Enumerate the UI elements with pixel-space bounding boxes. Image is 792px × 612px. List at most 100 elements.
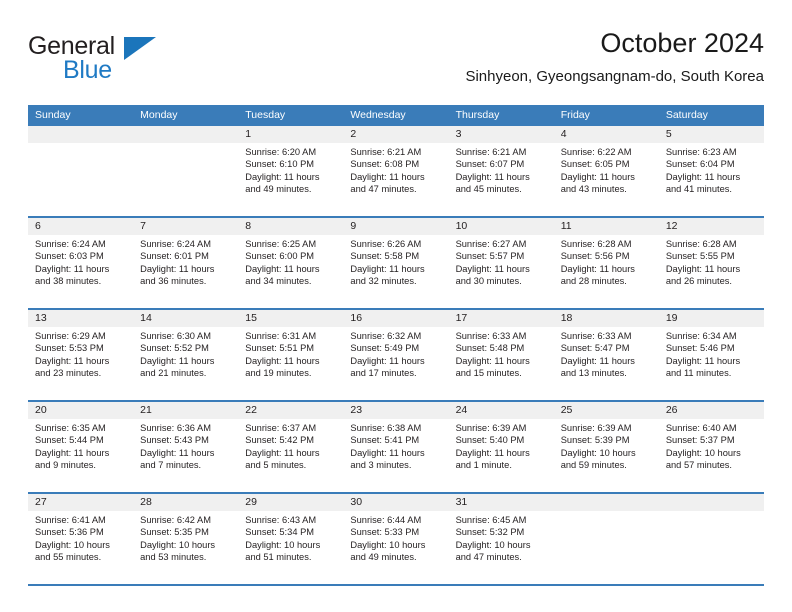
daylight-duration-line1: Daylight: 11 hours bbox=[140, 263, 215, 274]
sunrise-time: Sunrise: 6:22 AM bbox=[560, 147, 632, 157]
sunset-time: Sunset: 5:56 PM bbox=[560, 251, 630, 262]
day-details: Sunrise: 6:24 AM Sunset: 6:01 PM Daylight:… bbox=[133, 235, 238, 288]
sunset-time: Sunset: 6:08 PM bbox=[350, 159, 420, 170]
day-details: Sunrise: 6:21 AM Sunset: 6:07 PM Daylight:… bbox=[449, 143, 554, 196]
sunrise-time: Sunrise: 6:28 AM bbox=[560, 239, 632, 249]
daylight-duration-line2: and 7 minutes. bbox=[140, 460, 202, 471]
sunrise-time: Sunrise: 6:41 AM bbox=[35, 515, 106, 525]
day-number: 18 bbox=[553, 310, 659, 327]
daylight-duration-line1: Daylight: 11 hours bbox=[245, 171, 320, 182]
calendar-day-cell[interactable]: 23 Sunrise: 6:38 AM Sunset: 5:41 PM Dayligh… bbox=[343, 402, 449, 492]
calendar-day-cell[interactable]: 12 Sunrise: 6:28 AM Sunset: 5:55 PM Dayligh… bbox=[658, 218, 764, 308]
day-details: Sunrise: 6:29 AM Sunset: 5:53 PM Daylight:… bbox=[28, 327, 133, 380]
day-number: 26 bbox=[658, 402, 764, 419]
calendar-day-cell[interactable]: 10 Sunrise: 6:27 AM Sunset: 5:57 PM Dayligh… bbox=[448, 218, 554, 308]
location-subtitle: Sinhyeon, Gyeongsangnam-do, South Korea bbox=[465, 68, 764, 85]
calendar-day-cell[interactable]: 3 Sunrise: 6:21 AM Sunset: 6:07 PM Daylight… bbox=[448, 126, 554, 216]
sunset-time: Sunset: 5:52 PM bbox=[140, 343, 209, 354]
calendar-day-cell[interactable]: 28 Sunrise: 6:42 AM Sunset: 5:35 PM Dayligh… bbox=[133, 494, 239, 584]
sunrise-time: Sunrise: 6:31 AM bbox=[245, 331, 317, 341]
daylight-duration-line1: Daylight: 11 hours bbox=[245, 447, 320, 458]
calendar-day-cell[interactable]: 18 Sunrise: 6:33 AM Sunset: 5:47 PM Dayligh… bbox=[553, 310, 659, 400]
day-details: Sunrise: 6:39 AM Sunset: 5:40 PM Daylight:… bbox=[449, 419, 554, 472]
daylight-duration-line1: Daylight: 11 hours bbox=[245, 263, 320, 274]
day-details: Sunrise: 6:22 AM Sunset: 6:05 PM Daylight:… bbox=[554, 143, 659, 196]
calendar-day-cell[interactable]: 2 Sunrise: 6:21 AM Sunset: 6:08 PM Daylight… bbox=[343, 126, 449, 216]
calendar-day-cell[interactable]: 1 Sunrise: 6:20 AM Sunset: 6:10 PM Daylight… bbox=[238, 126, 344, 216]
day-details: Sunrise: 6:43 AM Sunset: 5:34 PM Daylight:… bbox=[238, 511, 343, 564]
daylight-duration-line2: and 57 minutes. bbox=[665, 460, 732, 471]
logo-text-blue: Blue bbox=[63, 56, 112, 84]
calendar-day-cell[interactable]: 9 Sunrise: 6:26 AM Sunset: 5:58 PM Daylight… bbox=[343, 218, 449, 308]
calendar-day-cell[interactable]: 20 Sunrise: 6:35 AM Sunset: 5:44 PM Dayligh… bbox=[28, 402, 134, 492]
sunrise-time: Sunrise: 6:20 AM bbox=[245, 147, 317, 157]
weekday-header-monday: Monday bbox=[140, 109, 178, 121]
sunrise-time: Sunrise: 6:23 AM bbox=[665, 147, 737, 157]
calendar-day-cell[interactable]: 4 Sunrise: 6:22 AM Sunset: 6:05 PM Daylight… bbox=[553, 126, 659, 216]
daylight-duration-line1: Daylight: 11 hours bbox=[350, 355, 425, 366]
calendar-day-cell[interactable]: 22 Sunrise: 6:37 AM Sunset: 5:42 PM Dayligh… bbox=[238, 402, 344, 492]
calendar-day-cell[interactable]: 17 Sunrise: 6:33 AM Sunset: 5:48 PM Dayligh… bbox=[448, 310, 554, 400]
sunset-time: Sunset: 6:01 PM bbox=[140, 251, 209, 262]
calendar-day-cell-empty bbox=[553, 494, 659, 584]
title-block: October 2024 Sinhyeon, Gyeongsangnam-do,… bbox=[465, 26, 764, 88]
calendar-day-cell[interactable]: 21 Sunrise: 6:36 AM Sunset: 5:43 PM Dayligh… bbox=[133, 402, 239, 492]
sunrise-time: Sunrise: 6:43 AM bbox=[245, 515, 317, 525]
day-details: Sunrise: 6:30 AM Sunset: 5:52 PM Daylight:… bbox=[133, 327, 238, 380]
calendar-day-cell[interactable]: 5 Sunrise: 6:23 AM Sunset: 6:04 PM Daylight… bbox=[658, 126, 764, 216]
sunrise-time: Sunrise: 6:40 AM bbox=[665, 423, 737, 433]
calendar-day-cell[interactable]: 14 Sunrise: 6:30 AM Sunset: 5:52 PM Dayligh… bbox=[133, 310, 239, 400]
sunset-time: Sunset: 6:04 PM bbox=[665, 159, 735, 170]
calendar-day-cell[interactable]: 13 Sunrise: 6:29 AM Sunset: 5:53 PM Dayligh… bbox=[28, 310, 134, 400]
calendar-day-cell[interactable]: 11 Sunrise: 6:28 AM Sunset: 5:56 PM Dayligh… bbox=[553, 218, 659, 308]
calendar-day-cell[interactable]: 31 Sunrise: 6:45 AM Sunset: 5:32 PM Dayligh… bbox=[448, 494, 554, 584]
calendar-day-cell[interactable]: 7 Sunrise: 6:24 AM Sunset: 6:01 PM Daylight… bbox=[133, 218, 239, 308]
daylight-duration-line2: and 34 minutes. bbox=[245, 276, 312, 287]
calendar-day-cell[interactable]: 25 Sunrise: 6:39 AM Sunset: 5:39 PM Dayligh… bbox=[553, 402, 659, 492]
calendar-day-cell[interactable]: 29 Sunrise: 6:43 AM Sunset: 5:34 PM Dayligh… bbox=[238, 494, 344, 584]
calendar-day-cell[interactable]: 16 Sunrise: 6:32 AM Sunset: 5:49 PM Dayligh… bbox=[343, 310, 449, 400]
calendar-day-cell[interactable]: 24 Sunrise: 6:39 AM Sunset: 5:40 PM Dayligh… bbox=[448, 402, 554, 492]
sunrise-time: Sunrise: 6:28 AM bbox=[665, 239, 737, 249]
calendar-day-cell[interactable]: 26 Sunrise: 6:40 AM Sunset: 5:37 PM Dayligh… bbox=[658, 402, 764, 492]
daylight-duration-line2: and 53 minutes. bbox=[140, 552, 207, 563]
calendar-day-cell[interactable]: 19 Sunrise: 6:34 AM Sunset: 5:46 PM Dayligh… bbox=[658, 310, 764, 400]
day-number: 1 bbox=[238, 126, 344, 143]
calendar-day-cell[interactable]: 6 Sunrise: 6:24 AM Sunset: 6:03 PM Daylight… bbox=[28, 218, 134, 308]
day-details: Sunrise: 6:37 AM Sunset: 5:42 PM Daylight:… bbox=[238, 419, 343, 472]
calendar-week-row: 27 Sunrise: 6:41 AM Sunset: 5:36 PM Dayligh… bbox=[28, 494, 764, 586]
day-number: 4 bbox=[553, 126, 659, 143]
daylight-duration-line1: Daylight: 11 hours bbox=[140, 447, 215, 458]
daylight-duration-line2: and 49 minutes. bbox=[350, 552, 417, 563]
day-number: 7 bbox=[133, 218, 239, 235]
sunset-time: Sunset: 6:03 PM bbox=[35, 251, 104, 262]
calendar-day-cell[interactable]: 30 Sunrise: 6:44 AM Sunset: 5:33 PM Dayligh… bbox=[343, 494, 449, 584]
day-details: Sunrise: 6:28 AM Sunset: 5:56 PM Daylight:… bbox=[554, 235, 659, 288]
daylight-duration-line2: and 41 minutes. bbox=[665, 184, 732, 195]
daylight-duration-line1: Daylight: 10 hours bbox=[245, 539, 321, 550]
sunrise-time: Sunrise: 6:21 AM bbox=[350, 147, 422, 157]
daylight-duration-line1: Daylight: 11 hours bbox=[665, 171, 741, 182]
daylight-duration-line2: and 19 minutes. bbox=[245, 368, 312, 379]
daylight-duration-line1: Daylight: 11 hours bbox=[455, 171, 530, 182]
daylight-duration-line2: and 1 minute. bbox=[455, 460, 512, 471]
calendar-day-cell[interactable]: 8 Sunrise: 6:25 AM Sunset: 6:00 PM Daylight… bbox=[238, 218, 344, 308]
weekday-header-tuesday: Tuesday bbox=[245, 109, 286, 121]
weekday-header-sunday: Sunday bbox=[35, 109, 71, 121]
sunset-time: Sunset: 5:51 PM bbox=[245, 343, 315, 354]
calendar-day-cell[interactable]: 27 Sunrise: 6:41 AM Sunset: 5:36 PM Dayligh… bbox=[28, 494, 134, 584]
daylight-duration-line1: Daylight: 11 hours bbox=[35, 263, 110, 274]
daylight-duration-line2: and 11 minutes. bbox=[665, 368, 732, 379]
day-number: 17 bbox=[448, 310, 554, 327]
daylight-duration-line1: Daylight: 11 hours bbox=[455, 447, 530, 458]
day-number: 30 bbox=[343, 494, 449, 511]
sunrise-time: Sunrise: 6:42 AM bbox=[140, 515, 211, 525]
calendar-day-cell[interactable]: 15 Sunrise: 6:31 AM Sunset: 5:51 PM Dayligh… bbox=[238, 310, 344, 400]
day-number bbox=[553, 494, 659, 511]
sunset-time: Sunset: 5:42 PM bbox=[245, 435, 315, 446]
daylight-duration-line2: and 36 minutes. bbox=[140, 276, 207, 287]
day-details: Sunrise: 6:20 AM Sunset: 6:10 PM Daylight:… bbox=[238, 143, 343, 196]
calendar-week-row: 20 Sunrise: 6:35 AM Sunset: 5:44 PM Dayligh… bbox=[28, 402, 764, 494]
sunrise-time: Sunrise: 6:37 AM bbox=[245, 423, 317, 433]
day-details: Sunrise: 6:28 AM Sunset: 5:55 PM Daylight:… bbox=[659, 235, 764, 288]
